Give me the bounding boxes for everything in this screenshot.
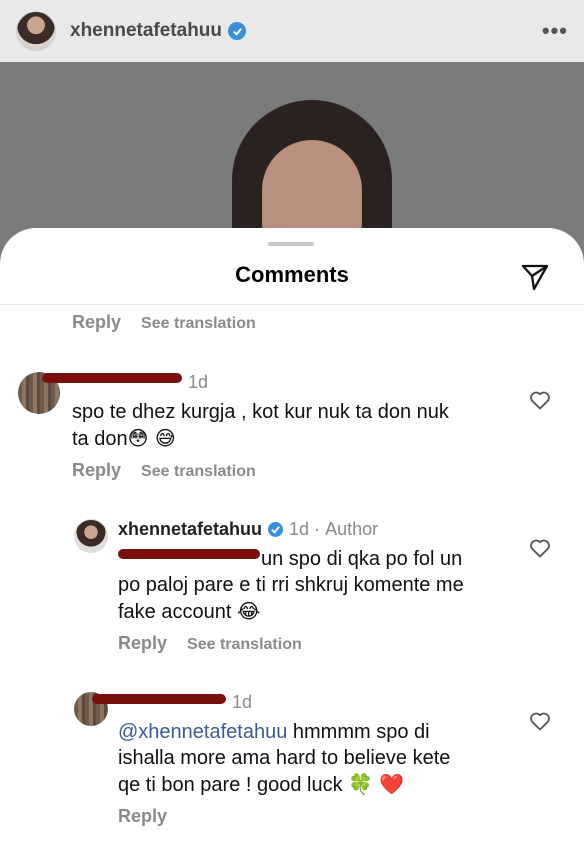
share-icon[interactable] xyxy=(520,262,550,292)
redacted-username xyxy=(42,373,182,383)
sheet-title: Comments xyxy=(235,262,349,287)
comment-username[interactable]: xhennetafetahuu xyxy=(118,519,262,540)
comment-time: 1d xyxy=(289,519,310,539)
avatar[interactable] xyxy=(74,519,108,553)
like-heart-icon[interactable] xyxy=(528,536,552,560)
comment-text-line: un spo di qka po fol un xyxy=(261,548,463,570)
comment-3-header: 1d xyxy=(232,692,252,713)
comment-time: 1d xyxy=(188,372,209,392)
post-header: xhennetafetahuu ••• xyxy=(0,0,584,62)
see-translation-button[interactable]: See translation xyxy=(141,463,256,481)
comment-text-line: qe ti bon pare ! good luck xyxy=(118,774,343,796)
see-translation-button[interactable]: See translation xyxy=(141,315,256,333)
comment-2-actions: Reply See translation xyxy=(118,633,302,654)
comment-1-text: spo te dhez kurgja , kot kur nuk ta don … xyxy=(72,399,449,452)
like-heart-icon[interactable] xyxy=(528,709,552,733)
comment-text-line: po paloj pare e ti rri shkruj komente me xyxy=(118,574,464,596)
comment-text-line: ishalla more ama hard to believe kete xyxy=(118,747,451,769)
see-translation-button[interactable]: See translation xyxy=(187,636,302,654)
separator: · xyxy=(314,519,321,539)
header-divider xyxy=(0,304,584,305)
comment-2-text: un spo di qka po fol un po paloj pare e … xyxy=(118,546,464,625)
comment-text-line: fake account xyxy=(118,601,232,623)
reply-button[interactable]: Reply xyxy=(72,460,121,481)
comment-text-line: ta don xyxy=(72,428,128,450)
more-options-icon[interactable]: ••• xyxy=(542,18,568,44)
comment-time: 1d xyxy=(232,692,253,712)
reply-button[interactable]: Reply xyxy=(72,312,121,333)
comment-3-actions: Reply xyxy=(118,806,167,827)
post-avatar[interactable] xyxy=(16,11,56,51)
author-label: Author xyxy=(325,519,379,539)
verified-icon xyxy=(228,22,247,40)
redacted-username xyxy=(92,694,226,704)
comment-1-actions: Reply See translation xyxy=(72,460,256,481)
top-reply-row: Reply See translation xyxy=(72,312,256,333)
drag-handle[interactable] xyxy=(268,242,314,246)
comment-text-line: hmmmm spo di xyxy=(287,721,430,743)
emoji: 😂 xyxy=(236,599,261,623)
like-heart-icon[interactable] xyxy=(528,388,552,412)
post-username[interactable]: xhennetafetahuu xyxy=(70,20,222,42)
verified-icon xyxy=(268,522,284,537)
comment-text-line: spo te dhez kurgja , kot kur nuk ta don … xyxy=(72,401,449,423)
post-username-row[interactable]: xhennetafetahuu xyxy=(70,20,247,42)
comment-3-text: @xhennetafetahuu hmmmm spo di ishalla mo… xyxy=(118,719,450,798)
reply-button[interactable]: Reply xyxy=(118,633,167,654)
comment-1-header: 1d xyxy=(188,372,208,393)
emoji: 😳 😅 xyxy=(127,426,176,450)
reply-button[interactable]: Reply xyxy=(118,806,167,827)
comment-2-header: xhennetafetahuu 1d · Author xyxy=(118,519,378,540)
emoji: 🍀 ❤️ xyxy=(348,772,405,796)
mention-link[interactable]: @xhennetafetahuu xyxy=(118,721,287,743)
comments-sheet: Comments Reply See translation 1d spo te… xyxy=(0,228,584,848)
